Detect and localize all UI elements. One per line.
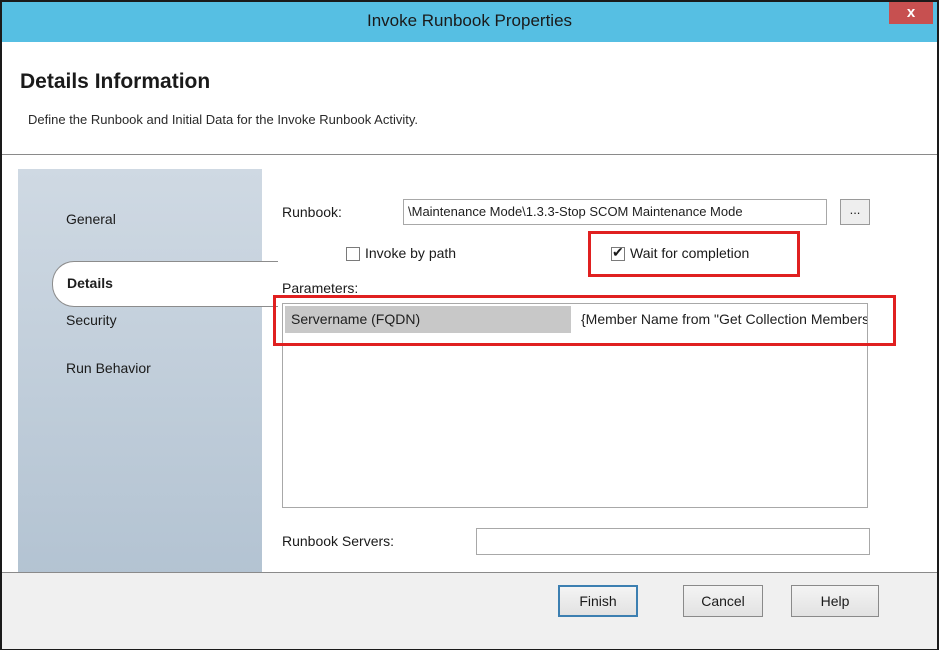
runbook-value: \Maintenance Mode\1.3.3-Stop SCOM Mainte… — [408, 204, 743, 219]
help-button[interactable]: Help — [791, 585, 879, 617]
wait-for-completion-label: Wait for completion — [630, 245, 750, 261]
finish-button[interactable]: Finish — [558, 585, 638, 617]
dialog-body: General Details Security Run Behavior Ru… — [2, 155, 937, 577]
sidebar-item-general[interactable]: General — [66, 211, 116, 227]
sidebar-item-details-label: Details — [67, 275, 113, 291]
window-title: Invoke Runbook Properties — [366, 11, 573, 30]
runbook-field[interactable]: \Maintenance Mode\1.3.3-Stop SCOM Mainte… — [403, 199, 827, 225]
sidebar-item-run-behavior[interactable]: Run Behavior — [66, 360, 151, 376]
cancel-button[interactable]: Cancel — [683, 585, 763, 617]
sidebar-item-details[interactable]: Details — [52, 261, 278, 307]
parameters-label: Parameters: — [282, 280, 359, 296]
sidebar-item-security[interactable]: Security — [66, 312, 117, 328]
details-panel: Runbook: \Maintenance Mode\1.3.3-Stop SC… — [262, 169, 937, 577]
dialog-window: Invoke Runbook Properties x Details Info… — [0, 0, 939, 650]
parameters-highlight-box — [273, 295, 896, 346]
runbook-label: Runbook: — [282, 204, 342, 220]
runbook-servers-label: Runbook Servers: — [282, 533, 395, 549]
browse-button[interactable]: ... — [840, 199, 870, 225]
runbook-servers-input[interactable] — [476, 528, 870, 555]
header-subtitle: Define the Runbook and Initial Data for … — [28, 112, 418, 127]
invoke-by-path-checkbox[interactable] — [346, 247, 360, 261]
dialog-header: Details Information Define the Runbook a… — [2, 42, 937, 155]
dialog-footer: Finish Cancel Help — [2, 572, 937, 649]
sidebar-nav: General Details Security Run Behavior — [18, 169, 278, 577]
close-button[interactable]: x — [889, 2, 933, 24]
wait-for-completion-checkbox[interactable] — [611, 244, 625, 261]
title-bar[interactable]: Invoke Runbook Properties x — [2, 2, 937, 42]
invoke-by-path-label: Invoke by path — [365, 245, 457, 261]
header-title: Details Information — [20, 70, 211, 93]
